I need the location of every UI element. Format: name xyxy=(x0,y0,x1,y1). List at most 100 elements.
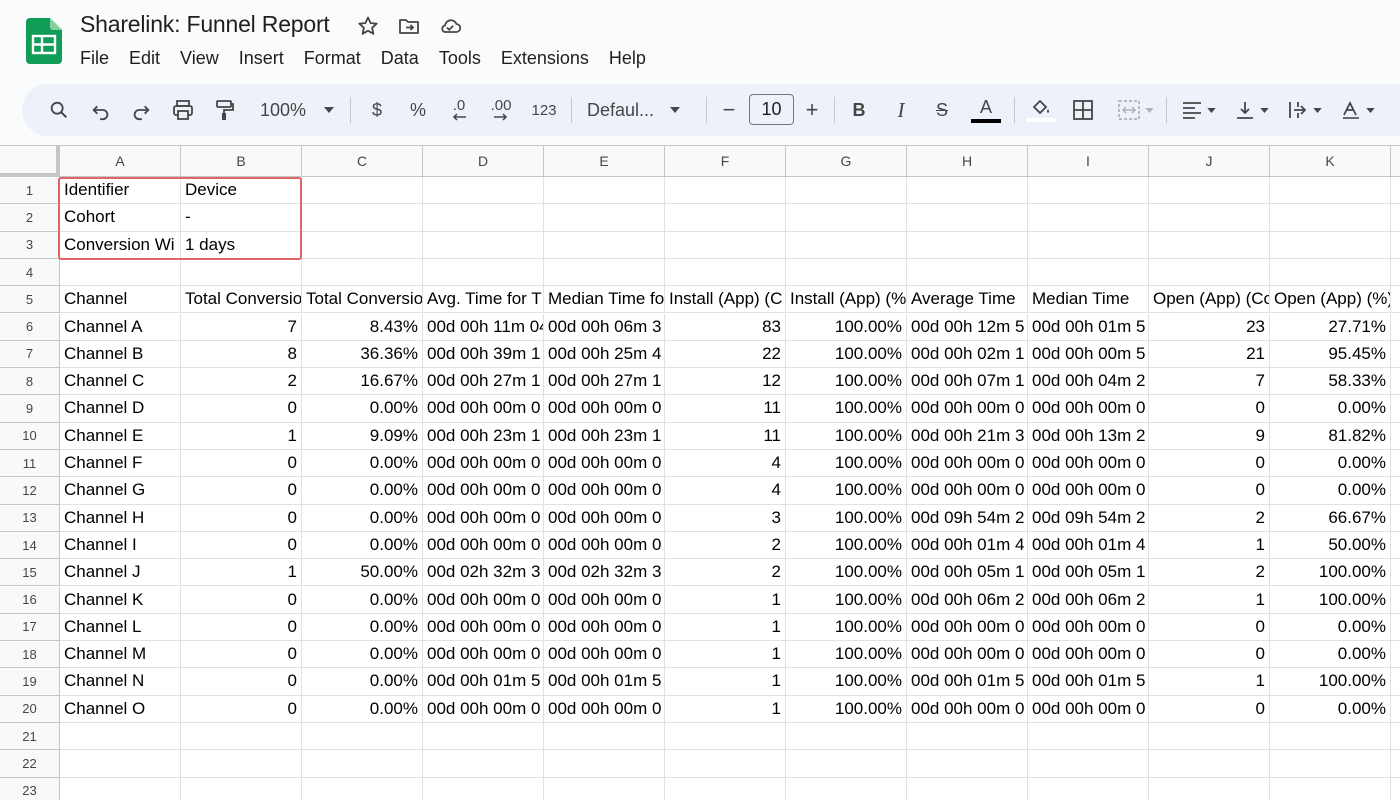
cell-k3[interactable] xyxy=(1270,231,1391,259)
cell-e4[interactable] xyxy=(544,258,665,287)
cell-a14[interactable]: Channel I xyxy=(60,531,181,560)
cell-d5[interactable]: Avg. Time for T xyxy=(423,286,544,314)
cell-h3[interactable] xyxy=(907,231,1028,259)
column-header-c[interactable]: C xyxy=(302,146,423,177)
cell-i9[interactable]: 00d 00h 00m 0 xyxy=(1028,395,1149,423)
cell-i5[interactable]: Median Time xyxy=(1028,286,1149,314)
cell-j16[interactable]: 1 xyxy=(1149,586,1270,614)
cell-h12[interactable]: 00d 00h 00m 0 xyxy=(907,477,1028,505)
cell-h6[interactable]: 00d 00h 12m 5 xyxy=(907,313,1028,341)
cell-h20[interactable]: 00d 00h 00m 0 xyxy=(907,695,1028,723)
bold-button[interactable]: B xyxy=(848,84,870,136)
format-currency-button[interactable]: $ xyxy=(365,84,389,136)
cell-f5[interactable]: Install (App) (C xyxy=(665,286,786,314)
cell-g7[interactable]: 100.00% xyxy=(786,340,907,369)
cell-partial-column[interactable] xyxy=(1391,422,1400,450)
cell-k13[interactable]: 66.67% xyxy=(1270,504,1391,532)
cell-d3[interactable] xyxy=(423,231,544,259)
cell-d4[interactable] xyxy=(423,258,544,287)
cell-a3[interactable]: Conversion Wi xyxy=(60,231,181,259)
cell-h21[interactable] xyxy=(907,723,1028,751)
cell-d8[interactable]: 00d 00h 27m 1 xyxy=(423,368,544,396)
cell-g17[interactable]: 100.00% xyxy=(786,613,907,642)
row-header-1[interactable]: 1 xyxy=(0,177,60,205)
cell-partial-column[interactable] xyxy=(1391,777,1400,800)
cell-partial-column[interactable] xyxy=(1391,340,1400,369)
cell-d21[interactable] xyxy=(423,723,544,751)
cell-h15[interactable]: 00d 00h 05m 1 xyxy=(907,559,1028,587)
cell-e3[interactable] xyxy=(544,231,665,259)
cell-g15[interactable]: 100.00% xyxy=(786,559,907,587)
cell-f21[interactable] xyxy=(665,723,786,751)
cell-k2[interactable] xyxy=(1270,204,1391,232)
cell-h19[interactable]: 00d 00h 01m 5 xyxy=(907,668,1028,696)
cell-e10[interactable]: 00d 00h 23m 1 xyxy=(544,422,665,450)
cell-h5[interactable]: Average Time xyxy=(907,286,1028,314)
cell-k15[interactable]: 100.00% xyxy=(1270,559,1391,587)
cell-i15[interactable]: 00d 00h 05m 1 xyxy=(1028,559,1149,587)
cell-k5[interactable]: Open (App) (%) xyxy=(1270,286,1391,314)
cell-d2[interactable] xyxy=(423,204,544,232)
cell-f12[interactable]: 4 xyxy=(665,477,786,505)
row-header-18[interactable]: 18 xyxy=(0,641,60,669)
cell-f8[interactable]: 12 xyxy=(665,368,786,396)
cell-k10[interactable]: 81.82% xyxy=(1270,422,1391,450)
column-header-i[interactable]: I xyxy=(1028,146,1149,177)
cell-c3[interactable] xyxy=(302,231,423,259)
decrease-decimal-button[interactable]: .0 xyxy=(444,84,474,136)
cell-i6[interactable]: 00d 00h 01m 5 xyxy=(1028,313,1149,341)
cell-f17[interactable]: 1 xyxy=(665,613,786,642)
cell-partial-column[interactable] xyxy=(1391,531,1400,560)
cell-partial-column[interactable] xyxy=(1391,559,1400,587)
row-header-19[interactable]: 19 xyxy=(0,668,60,696)
cell-a11[interactable]: Channel F xyxy=(60,450,181,478)
cell-e20[interactable]: 00d 00h 00m 0 xyxy=(544,695,665,723)
cell-g23[interactable] xyxy=(786,777,907,800)
row-header-11[interactable]: 11 xyxy=(0,450,60,478)
cell-j19[interactable]: 1 xyxy=(1149,668,1270,696)
cell-j5[interactable]: Open (App) (Co xyxy=(1149,286,1270,314)
more-formats-button[interactable]: 123 xyxy=(529,84,559,136)
zoom-select[interactable]: 100% xyxy=(252,84,342,136)
cell-c14[interactable]: 0.00% xyxy=(302,531,423,560)
cell-k20[interactable]: 0.00% xyxy=(1270,695,1391,723)
cell-b8[interactable]: 2 xyxy=(181,368,302,396)
select-all-corner[interactable] xyxy=(0,146,60,177)
cell-k11[interactable]: 0.00% xyxy=(1270,450,1391,478)
cell-j18[interactable]: 0 xyxy=(1149,641,1270,669)
cell-i8[interactable]: 00d 00h 04m 2 xyxy=(1028,368,1149,396)
cell-d16[interactable]: 00d 00h 00m 0 xyxy=(423,586,544,614)
cell-j7[interactable]: 21 xyxy=(1149,340,1270,369)
cell-c13[interactable]: 0.00% xyxy=(302,504,423,532)
format-percent-button[interactable]: % xyxy=(405,84,431,136)
cell-h16[interactable]: 00d 00h 06m 2 xyxy=(907,586,1028,614)
cell-e9[interactable]: 00d 00h 00m 0 xyxy=(544,395,665,423)
cell-partial-column[interactable] xyxy=(1391,695,1400,723)
row-header-2[interactable]: 2 xyxy=(0,204,60,232)
cell-f9[interactable]: 11 xyxy=(665,395,786,423)
cell-c18[interactable]: 0.00% xyxy=(302,641,423,669)
row-header-7[interactable]: 7 xyxy=(0,340,60,369)
row-header-21[interactable]: 21 xyxy=(0,723,60,751)
cell-c12[interactable]: 0.00% xyxy=(302,477,423,505)
cell-c20[interactable]: 0.00% xyxy=(302,695,423,723)
cell-partial-column[interactable] xyxy=(1391,177,1400,205)
cell-k14[interactable]: 50.00% xyxy=(1270,531,1391,560)
cell-j23[interactable] xyxy=(1149,777,1270,800)
cell-c9[interactable]: 0.00% xyxy=(302,395,423,423)
increase-font-size-button[interactable]: + xyxy=(802,84,822,136)
cell-j6[interactable]: 23 xyxy=(1149,313,1270,341)
cell-f11[interactable]: 4 xyxy=(665,450,786,478)
cell-c1[interactable] xyxy=(302,177,423,205)
cell-g22[interactable] xyxy=(786,750,907,778)
cell-partial-column[interactable] xyxy=(1391,450,1400,478)
cell-b23[interactable] xyxy=(181,777,302,800)
cell-c15[interactable]: 50.00% xyxy=(302,559,423,587)
cell-d7[interactable]: 00d 00h 39m 1 xyxy=(423,340,544,369)
cell-partial-column[interactable] xyxy=(1391,641,1400,669)
cell-g20[interactable]: 100.00% xyxy=(786,695,907,723)
cell-k18[interactable]: 0.00% xyxy=(1270,641,1391,669)
cell-e15[interactable]: 00d 02h 32m 3 xyxy=(544,559,665,587)
cell-f22[interactable] xyxy=(665,750,786,778)
cell-b9[interactable]: 0 xyxy=(181,395,302,423)
